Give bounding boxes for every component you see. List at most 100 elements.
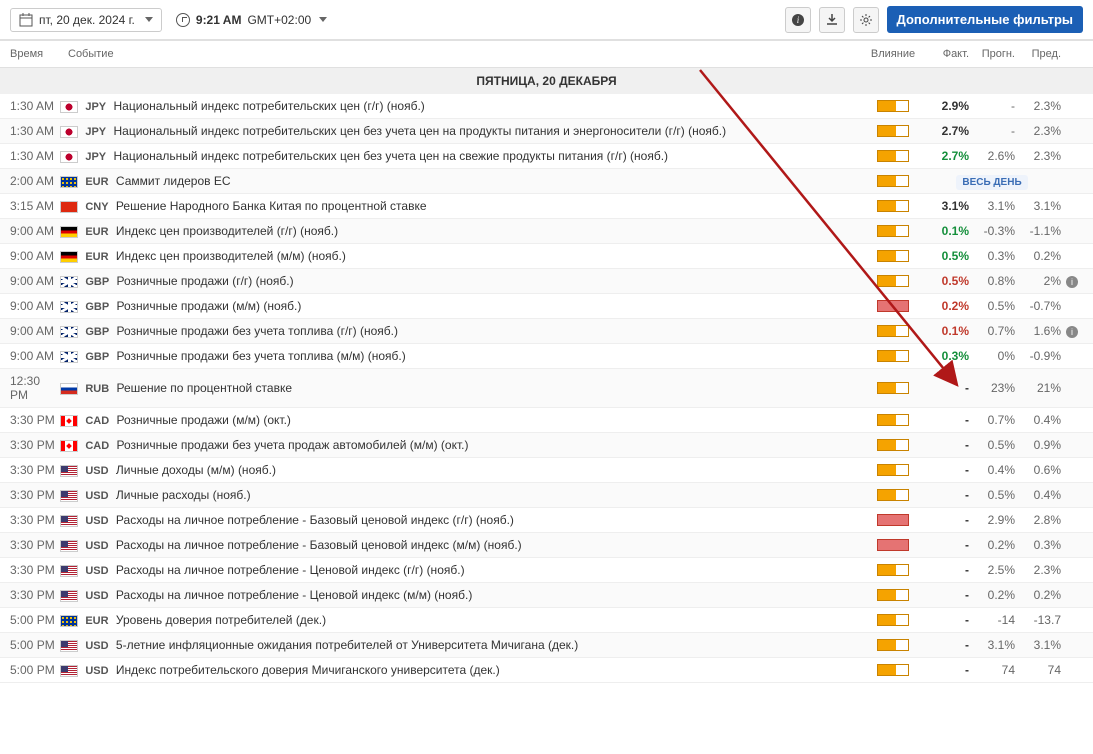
cell-fact: - (923, 463, 969, 477)
table-row[interactable]: 9:00 AM EUR Индекс цен производителей (м… (0, 244, 1093, 269)
impact-bar-icon (877, 489, 909, 501)
table-row[interactable]: 5:00 PM EUR Уровень доверия потребителей… (0, 608, 1093, 633)
impact-bar-icon (877, 125, 909, 137)
table-row[interactable]: 3:30 PM USD Расходы на личное потреблени… (0, 558, 1093, 583)
table-row[interactable]: 1:30 AM JPY Национальный индекс потребит… (0, 119, 1093, 144)
info-button[interactable]: i (785, 7, 811, 33)
cell-fact: 0.5% (923, 274, 969, 288)
cell-time: 1:30 AM (10, 149, 60, 163)
cell-fact: - (923, 413, 969, 427)
cell-fact: - (923, 381, 969, 395)
impact-bar-icon (877, 100, 909, 112)
cell-prog: -0.3% (969, 224, 1015, 238)
table-row[interactable]: 9:00 AM GBP Розничные продажи (г/г) (ноя… (0, 269, 1093, 294)
cell-event: USD Расходы на личное потребление - Цено… (60, 563, 863, 577)
cell-time: 9:00 AM (10, 349, 60, 363)
cell-event: GBP Розничные продажи (м/м) (нояб.) (60, 299, 863, 313)
table-row[interactable]: 3:30 PM CAD Розничные продажи (м/м) (окт… (0, 408, 1093, 433)
cell-fact: - (923, 613, 969, 627)
header-time: Время (10, 48, 60, 60)
header-prog: Прогн. (969, 48, 1015, 60)
table-row[interactable]: 3:30 PM CAD Розничные продажи без учета … (0, 433, 1093, 458)
cell-fact: - (923, 538, 969, 552)
cell-event: EUR Саммит лидеров ЕС (60, 174, 863, 188)
cell-prog: 3.1% (969, 199, 1015, 213)
toolbar: пт, 20 дек. 2024 г. 9:21 AM GMT+02:00 i … (0, 0, 1093, 40)
currency-code: USD (85, 640, 108, 652)
currency-code: USD (85, 515, 108, 527)
currency-code: CNY (85, 201, 108, 213)
cell-impact (863, 614, 923, 626)
cell-prog: 3.1% (969, 638, 1015, 652)
table-row[interactable]: 3:30 PM USD Расходы на личное потреблени… (0, 583, 1093, 608)
cell-fact: - (923, 588, 969, 602)
table-row[interactable]: 3:30 PM USD Расходы на личное потреблени… (0, 508, 1093, 533)
time-text: 9:21 AM (196, 13, 242, 27)
cell-impact (863, 489, 923, 501)
cell-impact (863, 564, 923, 576)
cell-fact: - (923, 638, 969, 652)
impact-bar-icon (877, 175, 909, 187)
timezone-picker[interactable]: GMT+02:00 (247, 13, 327, 27)
download-icon (825, 13, 839, 27)
info-icon: i (791, 13, 805, 27)
currency-code: USD (85, 665, 108, 677)
cell-pred: 2.8% (1015, 513, 1061, 527)
flag-icon (60, 201, 78, 213)
table-row[interactable]: 2:00 AM EUR Саммит лидеров ЕС ВЕСЬ ДЕНЬ (0, 169, 1093, 194)
date-picker[interactable]: пт, 20 дек. 2024 г. (10, 8, 162, 32)
table-row[interactable]: 3:30 PM USD Личные расходы (нояб.) - 0.5… (0, 483, 1093, 508)
flag-icon (60, 515, 78, 527)
table-row[interactable]: 3:30 PM USD Личные доходы (м/м) (нояб.) … (0, 458, 1093, 483)
settings-button[interactable] (853, 7, 879, 33)
impact-bar-icon (877, 564, 909, 576)
flag-icon (60, 176, 78, 188)
allday-badge: ВЕСЬ ДЕНЬ (956, 175, 1027, 190)
cell-time: 5:00 PM (10, 613, 60, 627)
cell-event: USD 5-летние инфляционные ожидания потре… (60, 638, 863, 652)
cell-pred: -0.7% (1015, 299, 1061, 313)
table-row[interactable]: 1:30 AM JPY Национальный индекс потребит… (0, 144, 1093, 169)
currency-code: GBP (85, 276, 109, 288)
cell-prog: 0.5% (969, 488, 1015, 502)
table-row[interactable]: 9:00 AM GBP Розничные продажи без учета … (0, 319, 1093, 344)
cell-prog: 0.2% (969, 538, 1015, 552)
table-row[interactable]: 5:00 PM USD Индекс потребительского дове… (0, 658, 1093, 683)
flag-icon (60, 326, 78, 338)
filters-button[interactable]: Дополнительные фильтры (887, 6, 1083, 33)
table-row[interactable]: 1:30 AM JPY Национальный индекс потребит… (0, 94, 1093, 119)
table-row[interactable]: 5:00 PM USD 5-летние инфляционные ожидан… (0, 633, 1093, 658)
table-row[interactable]: 3:30 PM USD Расходы на личное потреблени… (0, 533, 1093, 558)
table-row[interactable]: 9:00 AM GBP Розничные продажи без учета … (0, 344, 1093, 369)
table-row[interactable]: 9:00 AM EUR Индекс цен производителей (г… (0, 219, 1093, 244)
table-row[interactable]: 12:30 PM RUB Решение по процентной ставк… (0, 369, 1093, 408)
flag-icon (60, 440, 78, 452)
cell-event: USD Расходы на личное потребление - Цено… (60, 588, 863, 602)
flag-icon (60, 490, 78, 502)
impact-bar-icon (877, 664, 909, 676)
table-row[interactable]: 9:00 AM GBP Розничные продажи (м/м) (ноя… (0, 294, 1093, 319)
cell-fact: 0.1% (923, 324, 969, 338)
cell-time: 2:00 AM (10, 174, 60, 188)
cell-time: 3:30 PM (10, 463, 60, 477)
cell-fact: 2.9% (923, 99, 969, 113)
impact-bar-icon (877, 250, 909, 262)
table-row[interactable]: 3:15 AM CNY Решение Народного Банка Кита… (0, 194, 1093, 219)
cell-impact (863, 300, 923, 312)
currency-code: USD (85, 565, 108, 577)
cell-fact: 2.7% (923, 149, 969, 163)
cell-pred: 2% (1015, 274, 1061, 288)
cell-event: JPY Национальный индекс потребительских … (60, 124, 863, 138)
cell-time: 1:30 AM (10, 124, 60, 138)
cell-info: i (1061, 274, 1083, 288)
gear-icon (859, 13, 873, 27)
cell-time: 3:30 PM (10, 513, 60, 527)
currency-code: EUR (85, 251, 108, 263)
cell-prog: 2.9% (969, 513, 1015, 527)
cell-prog: 74 (969, 663, 1015, 677)
cell-impact (863, 175, 923, 187)
download-button[interactable] (819, 7, 845, 33)
cell-impact (863, 439, 923, 451)
info-icon: i (1066, 326, 1078, 338)
flag-icon (60, 383, 78, 395)
